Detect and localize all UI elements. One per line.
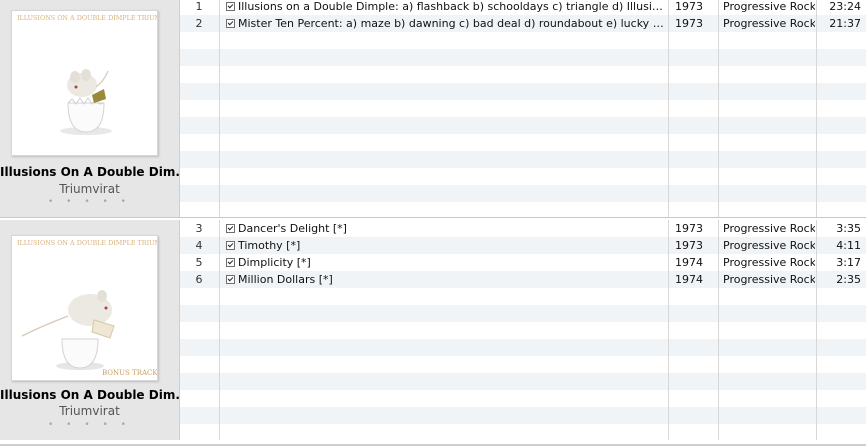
track-checkbox[interactable] [226, 258, 235, 267]
track-time: 3:35 [836, 222, 861, 235]
track-row[interactable]: 2 Mister Ten Percent: a) maze b) dawning… [180, 15, 866, 32]
album-rating[interactable]: • • • • • [0, 420, 179, 430]
album-group-1: ILLUSIONS ON A DOUBLE DIMPLE TRIUMVIRAT … [0, 0, 866, 218]
track-genre: Progressive Rock [723, 17, 815, 30]
track-time: 4:11 [836, 239, 861, 252]
track-time: 2:35 [836, 273, 861, 286]
album-title[interactable]: Illusions On A Double Dim... [0, 388, 189, 402]
column-divider [816, 0, 817, 218]
track-number: 1 [195, 0, 203, 13]
album-artist[interactable]: Triumvirat [0, 404, 179, 418]
empty-row [180, 32, 866, 49]
track-genre: Progressive Rock [723, 256, 815, 269]
empty-row [180, 390, 866, 407]
track-row[interactable]: 6 Million Dollars [*] 1974 Progressive R… [180, 271, 866, 288]
empty-row [180, 168, 866, 185]
track-genre: Progressive Rock [723, 222, 815, 235]
track-list: 1 Illusions on a Double Dimple: a) flash… [180, 0, 866, 218]
track-checkbox[interactable] [226, 2, 235, 11]
track-row[interactable]: 3 Dancer's Delight [*] 1973 Progressive … [180, 220, 866, 237]
track-year: 1973 [675, 239, 703, 252]
track-number: 6 [195, 273, 203, 286]
track-year: 1973 [675, 222, 703, 235]
album-art-column: ILLUSIONS ON A DOUBLE DIMPLE TRIUMVIRAT … [0, 220, 189, 440]
empty-row [180, 66, 866, 83]
track-name: Illusions on a Double Dimple: a) flashba… [238, 0, 666, 13]
track-name: Million Dollars [*] [238, 273, 333, 286]
track-row[interactable]: 5 Dimplicity [*] 1974 Progressive Rock 3… [180, 254, 866, 271]
empty-row [180, 424, 866, 440]
empty-row [180, 339, 866, 356]
track-row[interactable]: 4 Timothy [*] 1973 Progressive Rock 4:11 [180, 237, 866, 254]
track-checkbox[interactable] [226, 224, 235, 233]
column-divider [718, 220, 719, 440]
column-divider [816, 220, 817, 440]
track-time: 23:24 [829, 0, 861, 13]
track-year: 1974 [675, 256, 703, 269]
empty-row [180, 322, 866, 339]
cover-title-text: ILLUSIONS ON A DOUBLE DIMPLE TRIUMVIRAT [17, 14, 157, 22]
column-divider [219, 0, 220, 218]
empty-row [180, 117, 866, 134]
track-time: 21:37 [829, 17, 861, 30]
column-divider [718, 0, 719, 218]
empty-row [180, 288, 866, 305]
album-rating[interactable]: • • • • • [0, 197, 179, 207]
empty-row [180, 49, 866, 66]
empty-row [180, 373, 866, 390]
empty-row [180, 151, 866, 168]
empty-row [180, 185, 866, 202]
empty-row [180, 100, 866, 117]
track-checkbox[interactable] [226, 241, 235, 250]
track-genre: Progressive Rock [723, 0, 815, 13]
album-cover-art: ILLUSIONS ON A DOUBLE DIMPLE TRIUMVIRAT [17, 14, 157, 135]
track-list: 3 Dancer's Delight [*] 1973 Progressive … [180, 220, 866, 440]
empty-row [180, 305, 866, 322]
column-divider [219, 220, 220, 440]
cover-bonus-text: BONUS TRACKS [102, 369, 157, 377]
group-separator [0, 217, 866, 218]
track-number: 2 [195, 17, 203, 30]
track-name: Dancer's Delight [*] [238, 222, 347, 235]
track-year: 1974 [675, 273, 703, 286]
column-divider [668, 220, 669, 440]
track-checkbox[interactable] [226, 19, 235, 28]
empty-row [180, 83, 866, 100]
column-divider [668, 0, 669, 218]
track-name: Dimplicity [*] [238, 256, 311, 269]
track-checkbox[interactable] [226, 275, 235, 284]
album-art-column: ILLUSIONS ON A DOUBLE DIMPLE TRIUMVIRAT … [0, 0, 189, 218]
track-year: 1973 [675, 17, 703, 30]
track-number: 3 [195, 222, 203, 235]
empty-row [180, 407, 866, 424]
album-artist[interactable]: Triumvirat [0, 182, 179, 196]
track-genre: Progressive Rock [723, 239, 815, 252]
empty-row [180, 202, 866, 218]
album-cover[interactable]: ILLUSIONS ON A DOUBLE DIMPLE TRIUMVIRAT … [11, 235, 158, 381]
track-name: Mister Ten Percent: a) maze b) dawning c… [238, 17, 666, 30]
track-number: 4 [195, 239, 203, 252]
empty-row [180, 134, 866, 151]
track-row[interactable]: 1 Illusions on a Double Dimple: a) flash… [180, 0, 866, 15]
album-group-2: ILLUSIONS ON A DOUBLE DIMPLE TRIUMVIRAT … [0, 220, 866, 440]
track-number: 5 [195, 256, 203, 269]
album-cover[interactable]: ILLUSIONS ON A DOUBLE DIMPLE TRIUMVIRAT [11, 10, 158, 156]
empty-row [180, 356, 866, 373]
track-genre: Progressive Rock [723, 273, 815, 286]
album-title[interactable]: Illusions On A Double Dim... [0, 165, 189, 179]
track-year: 1973 [675, 0, 703, 13]
album-cover-art: ILLUSIONS ON A DOUBLE DIMPLE TRIUMVIRAT … [17, 239, 157, 377]
track-name: Timothy [*] [238, 239, 301, 252]
track-time: 3:17 [836, 256, 861, 269]
cover-title-text: ILLUSIONS ON A DOUBLE DIMPLE TRIUMVIRAT [17, 239, 157, 247]
